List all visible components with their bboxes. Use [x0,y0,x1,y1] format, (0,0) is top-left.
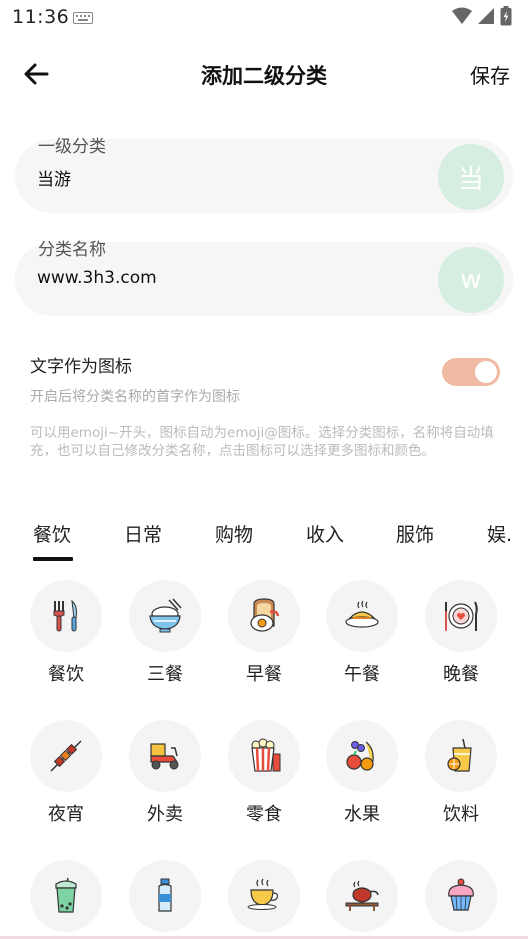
juice-icon [447,738,472,772]
tab-shopping[interactable]: 购物 [215,520,253,547]
parent-category-label: 一级分类 [38,137,106,157]
icon-label: 早餐 [246,664,282,685]
icon-circle [425,860,497,932]
icon-item-breakfast[interactable]: 早餐 [224,580,304,686]
text-as-icon-toggle[interactable] [442,358,500,386]
icon-circle [228,860,300,932]
icon-item-dessert[interactable] [421,860,501,939]
battery-icon [500,6,512,26]
teapot-icon [345,880,379,911]
text-as-icon-title: 文字作为图标 [30,357,132,377]
tab-clothing[interactable]: 服饰 [396,520,434,547]
icon-item-dinner[interactable]: 晚餐 [421,580,501,686]
tab-entertainment[interactable]: 娱. [487,520,512,547]
icon-item-tea[interactable] [322,860,402,939]
icon-item-water[interactable] [125,860,205,939]
toast-egg-icon [250,598,280,632]
icon-item-snacks[interactable]: 零食 [224,720,304,826]
delivery-scooter-icon [150,743,179,770]
icon-label: 饮料 [443,804,479,825]
coffee-cup-icon [247,878,279,910]
signal-icon [478,8,494,24]
icon-label: 晚餐 [443,664,479,685]
icon-item-lunch[interactable]: 午餐 [322,580,402,686]
page-title: 添加二级分类 [201,64,327,88]
icon-circle [228,580,300,652]
hint-text: 可以用emoji~开头，图标自动为emoji@图标。选择分类图标，名称将自动填充… [30,425,494,459]
icon-label: 三餐 [147,664,183,685]
icon-label: 外卖 [147,804,183,825]
category-name-label: 分类名称 [38,240,106,260]
icon-circle [228,720,300,792]
icon-label: 零食 [246,804,282,825]
status-bar: 11:36 [0,0,528,36]
rice-bowl-icon [149,598,182,633]
icon-circle [30,580,102,652]
parent-category-value: 当游 [37,170,71,190]
icon-circle [129,860,201,932]
parent-category-avatar[interactable]: 当 [438,144,504,210]
popcorn-icon [251,738,281,772]
icon-label: 午餐 [344,664,380,685]
wifi-icon [452,7,472,24]
icon-item-coffee[interactable] [224,860,304,939]
lunch-plate-icon [345,600,379,628]
keyboard-icon [73,12,93,24]
icon-circle [129,580,201,652]
status-time: 11:36 [12,6,70,28]
fruit-icon [346,741,374,771]
icon-circle [30,720,102,792]
icon-item-fruit[interactable]: 水果 [322,720,402,826]
icon-circle [129,720,201,792]
icon-circle [425,720,497,792]
skewer-icon [50,740,82,772]
category-name-input[interactable]: www.3h3.com [37,268,157,288]
category-icon-avatar[interactable]: w [438,247,504,313]
icon-circle [326,580,398,652]
icon-label: 餐饮 [48,664,84,685]
icon-item-dining[interactable]: 餐饮 [26,580,106,686]
icon-label: 夜宵 [48,804,84,825]
icon-item-bubble-tea[interactable] [26,860,106,939]
icon-circle [326,720,398,792]
dinner-plate-icon [445,601,478,631]
icon-item-late-night[interactable]: 夜宵 [26,720,106,826]
category-tabs: 餐饮 日常 购物 收入 服饰 娱. [0,512,528,562]
tab-dining[interactable]: 餐饮 [33,520,71,547]
text-as-icon-row: 文字作为图标 开启后将分类名称的首字作为图标 [30,352,500,405]
active-tab-indicator [33,557,73,561]
icon-item-takeout[interactable]: 外卖 [125,720,205,826]
icon-circle [425,580,497,652]
tab-income[interactable]: 收入 [306,520,344,547]
icon-item-drinks[interactable]: 饮料 [421,720,501,826]
text-as-icon-subtitle: 开启后将分类名称的首字作为图标 [30,389,240,405]
cupcake-icon [448,878,474,911]
bubble-tea-icon [55,877,77,913]
toggle-knob [475,361,497,383]
app-bar: 添加二级分类 保存 [0,48,528,100]
icon-item-meals[interactable]: 三餐 [125,580,205,686]
save-button[interactable]: 保存 [470,60,510,89]
cutlery-icon [53,599,77,632]
tab-daily[interactable]: 日常 [124,520,162,547]
icon-circle [326,860,398,932]
water-bottle-icon [158,878,172,912]
icon-circle [30,860,102,932]
icon-label: 水果 [344,804,380,825]
